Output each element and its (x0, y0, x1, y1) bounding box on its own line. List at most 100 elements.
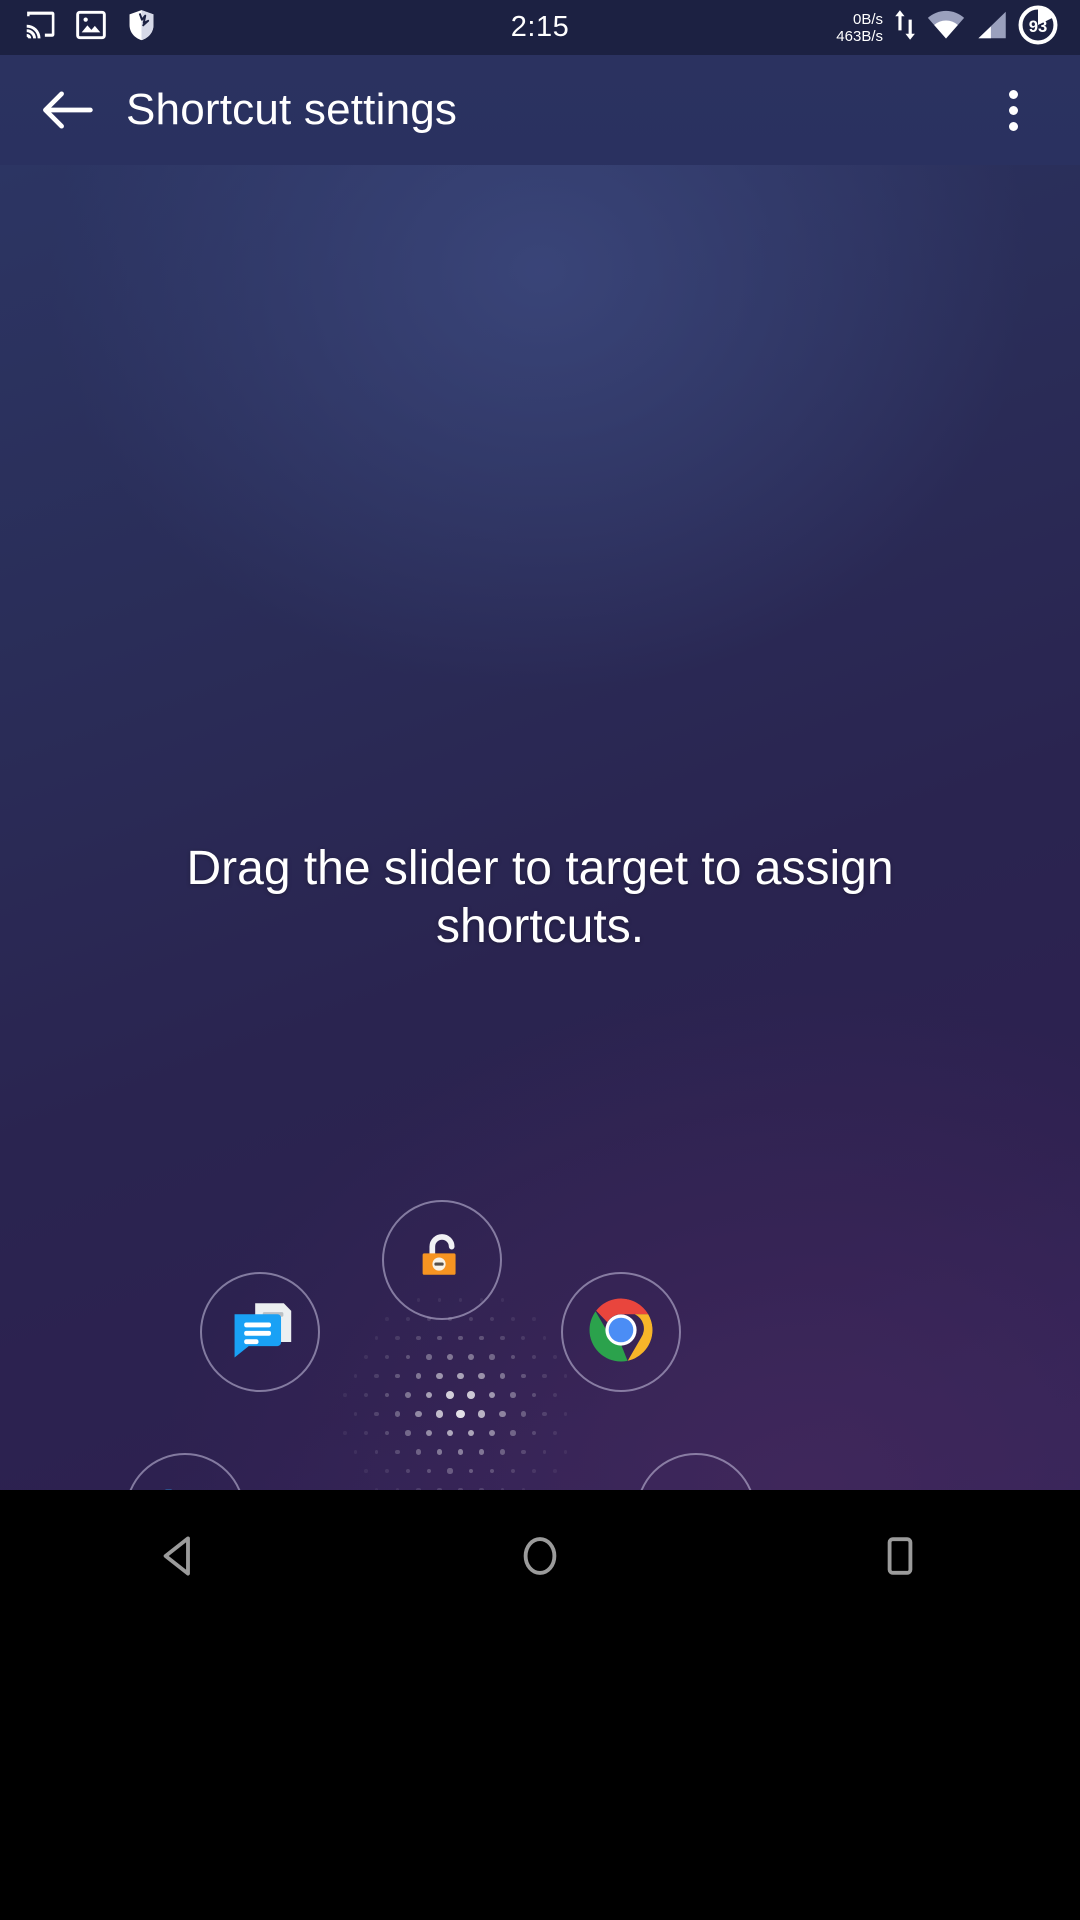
slider-dot (363, 1392, 368, 1397)
slider-dot (446, 1391, 454, 1399)
status-bar: 2:15 0B/s 463B/s 93 (0, 0, 1080, 55)
slider-dot (374, 1373, 379, 1379)
slider-dot (446, 1429, 454, 1437)
slider-dot (542, 1373, 547, 1379)
slider-dot (467, 1391, 475, 1399)
slider-dot (405, 1354, 411, 1360)
slider-dot (521, 1449, 526, 1455)
slider-dot (447, 1354, 453, 1360)
page-title: Shortcut settings (126, 85, 458, 134)
slider-dot (425, 1429, 433, 1437)
slider-dot (405, 1468, 411, 1474)
app-bar: Shortcut settings (0, 55, 1080, 165)
slider-dot (500, 1335, 505, 1341)
phone-screen: 2:15 0B/s 463B/s 93 Shortcut settings Dr… (0, 0, 1080, 1920)
battery-percent-text: 93 (1029, 17, 1048, 36)
slider-dot (353, 1374, 358, 1378)
slider-dot (405, 1430, 411, 1436)
messages-icon (224, 1297, 296, 1368)
slider-dot (384, 1430, 390, 1436)
shortcut-canvas: Drag the slider to target to assign shor… (0, 165, 1080, 1490)
network-speed-down: 463B/s (836, 27, 883, 45)
slider-dot (477, 1410, 486, 1418)
slider-dot (511, 1317, 515, 1321)
slider-dot (394, 1411, 401, 1417)
nav-back-button[interactable] (80, 1516, 280, 1596)
target-messages[interactable] (200, 1272, 320, 1392)
slider-dot (531, 1430, 537, 1436)
slider-dot (499, 1410, 506, 1417)
slider-dot (489, 1354, 495, 1360)
slider-dot (415, 1449, 422, 1455)
wifi-icon (927, 10, 965, 45)
nav-recents-button[interactable] (800, 1516, 1000, 1596)
target-lock[interactable] (382, 1200, 502, 1320)
slider-dot (385, 1317, 389, 1321)
overflow-dot (1008, 105, 1018, 115)
slider-dot (447, 1468, 453, 1474)
slider-dot (353, 1450, 358, 1454)
slider-dot (457, 1449, 464, 1455)
battery-icon: 93 (1018, 5, 1058, 50)
slider-dot (384, 1354, 390, 1360)
slider-dot (553, 1355, 557, 1359)
slider-dot (436, 1372, 443, 1380)
network-speed-up: 0B/s (852, 10, 883, 28)
slider-dot (364, 1355, 368, 1359)
overflow-dot (1008, 89, 1018, 99)
slider-dot (415, 1373, 422, 1379)
slider-dot (364, 1431, 368, 1435)
slider-dot (456, 1409, 465, 1419)
slider-dot (425, 1391, 433, 1399)
back-button[interactable] (32, 75, 102, 145)
slider-dot (457, 1372, 464, 1380)
slider-dot (426, 1354, 432, 1360)
slider-dot (478, 1449, 485, 1455)
slider-dot (437, 1335, 442, 1341)
slider-dot (395, 1449, 400, 1455)
target-camera[interactable] (636, 1453, 756, 1490)
slider-dot (563, 1450, 568, 1454)
overflow-dot (1008, 121, 1018, 131)
cast-icon (22, 10, 56, 45)
slider-dot (488, 1391, 496, 1399)
slider-dot (488, 1429, 496, 1437)
slider-dot (478, 1372, 485, 1380)
slider-dot (364, 1469, 368, 1473)
slider-dot (553, 1431, 557, 1435)
slider-dot (405, 1392, 411, 1398)
slider-dot (489, 1468, 495, 1474)
slider-dot (384, 1392, 390, 1398)
slider-dot (467, 1429, 475, 1437)
slider-dot (520, 1411, 526, 1417)
instruction-text: Drag the slider to target to assign shor… (186, 842, 894, 953)
slider-dot (510, 1354, 516, 1360)
slider-dot (426, 1468, 432, 1474)
slider-dot (521, 1335, 526, 1340)
slider-dot (395, 1373, 400, 1379)
slider-dot (468, 1316, 474, 1322)
slider-dot (489, 1316, 494, 1321)
slider-dot (415, 1410, 422, 1418)
slider-dot (542, 1450, 547, 1454)
shield-icon (126, 9, 157, 46)
target-phone[interactable] (125, 1453, 245, 1490)
cellular-signal-icon (975, 10, 1008, 45)
slider-dot (343, 1431, 347, 1435)
slider-dot (521, 1373, 526, 1379)
slider-dot (374, 1336, 379, 1340)
slider-dot (468, 1468, 474, 1474)
slider-dot (374, 1411, 379, 1417)
slider-dot (499, 1449, 506, 1455)
slider-dot (510, 1468, 516, 1474)
nav-home-button[interactable] (440, 1516, 640, 1596)
slider-dot (499, 1373, 506, 1379)
slider-dot (436, 1449, 443, 1455)
slider-dot (385, 1469, 389, 1473)
slider-dot (353, 1412, 358, 1416)
overflow-menu-button[interactable] (978, 75, 1048, 145)
slider-dot (553, 1469, 557, 1473)
slider-dot (532, 1469, 536, 1473)
slider-dot (553, 1393, 557, 1397)
target-chrome[interactable] (561, 1272, 681, 1392)
